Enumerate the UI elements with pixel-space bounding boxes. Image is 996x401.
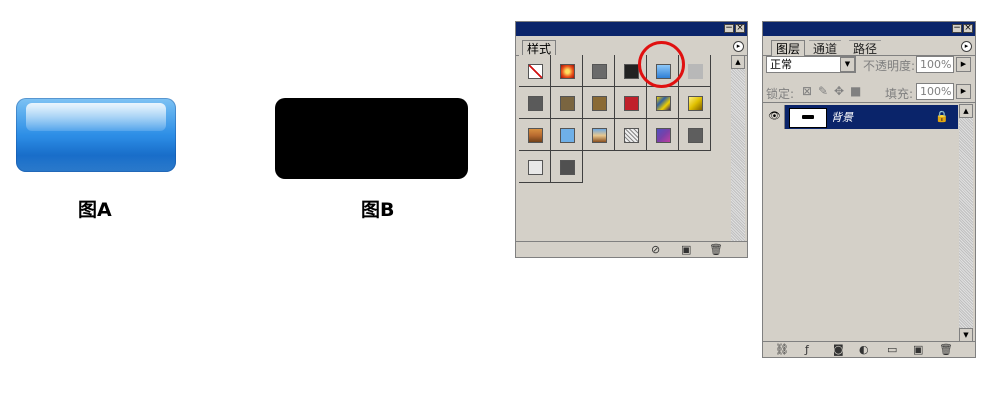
new-style-icon[interactable]: ▣ [681, 244, 691, 256]
style-swatch-dark-gray[interactable] [583, 55, 615, 87]
minimize-button[interactable]: − [724, 24, 734, 33]
style-swatch-medium-gray[interactable] [679, 119, 711, 151]
layers-footer: ⛓ ƒ ◙ ◐ ▭ ▣ 🗑 [763, 341, 975, 357]
styles-tabstrip: 样式 ▸ [516, 36, 747, 57]
blend-mode-value: 正常 [770, 58, 792, 71]
layers-scrollbar[interactable]: ▲ ▼ [959, 104, 973, 342]
folder-icon[interactable]: ▭ [887, 344, 897, 356]
style-swatch-rainbow[interactable] [647, 87, 679, 119]
style-swatch-gold[interactable] [679, 87, 711, 119]
style-swatch-sunset[interactable] [583, 119, 615, 151]
style-swatch-light-blue[interactable] [551, 119, 583, 151]
layers-tabstrip: 图层 通道 路径 ▸ [763, 36, 975, 57]
figure-b-black-button [275, 98, 468, 179]
lock-label: 锁定: [766, 87, 795, 101]
swatch-icon [528, 96, 543, 111]
adjustment-icon[interactable]: ◐ [859, 344, 869, 356]
scroll-up-button[interactable]: ▲ [959, 104, 973, 118]
style-swatch-orange-glow[interactable] [551, 55, 583, 87]
divider [763, 102, 975, 103]
layers-panel-titlebar: − × [763, 22, 975, 36]
minimize-button[interactable]: − [952, 24, 962, 33]
style-swatch-gray-bevel[interactable] [519, 87, 551, 119]
styles-scrollbar[interactable]: ▲ ▼ [731, 55, 745, 256]
swatch-icon [528, 128, 543, 143]
panel-menu-button[interactable]: ▸ [961, 41, 972, 52]
tab-channels[interactable]: 通道 [809, 40, 842, 57]
swatch-icon [688, 96, 703, 111]
mask-icon[interactable]: ◙ [833, 344, 844, 356]
fill-arrow-icon[interactable]: ▶ [956, 84, 971, 99]
swatch-icon [656, 128, 671, 143]
swatch-icon [624, 128, 639, 143]
style-swatch-brown-gradient[interactable] [583, 87, 615, 119]
trash-icon[interactable]: 🗑 [709, 244, 723, 256]
figure-a-glass-button [16, 98, 176, 172]
styles-grid [519, 55, 731, 241]
figure-b-caption: 图B [361, 199, 395, 221]
panel-menu-button[interactable]: ▸ [733, 41, 744, 52]
swatch-icon [560, 128, 575, 143]
swatch-icon [592, 128, 607, 143]
opacity-input[interactable]: 100% [916, 56, 954, 73]
style-swatch-charcoal[interactable] [551, 151, 583, 183]
style-swatch-purple[interactable] [647, 119, 679, 151]
lock-all-icon[interactable]: ■ [850, 84, 861, 98]
swatch-icon [528, 160, 543, 175]
swatch-icon [560, 96, 575, 111]
swatch-icon [560, 160, 575, 175]
link-icon[interactable]: ⛓ [775, 344, 789, 356]
lock-move-icon[interactable]: ✥ [834, 84, 844, 98]
swatch-icon [688, 128, 703, 143]
figure-a-caption: 图A [78, 199, 112, 221]
layer-row-background[interactable]: 👁 背景 🔒 [765, 105, 958, 129]
styles-footer: ⊘ ▣ 🗑 [516, 241, 747, 257]
styles-panel-titlebar: − × [516, 22, 747, 36]
swatch-icon [688, 64, 703, 79]
close-button[interactable]: × [735, 24, 745, 33]
swatch-icon [592, 96, 607, 111]
chevron-down-icon[interactable]: ▼ [840, 57, 855, 72]
tab-paths[interactable]: 路径 [849, 40, 882, 57]
swatch-icon [560, 64, 575, 79]
style-swatch-no-style[interactable] [519, 55, 551, 87]
lock-paint-icon[interactable]: ✎ [818, 84, 828, 98]
scroll-down-button[interactable]: ▼ [959, 328, 973, 342]
tab-layers[interactable]: 图层 [771, 40, 806, 57]
fill-input[interactable]: 100% [916, 83, 954, 100]
layer-style-icon[interactable]: ƒ [805, 344, 809, 356]
fill-label: 填充: [885, 87, 914, 101]
swatch-icon [656, 96, 671, 111]
layers-panel: − × 图层 通道 路径 ▸ 正常 ▼ 不透明度: 100% ▶ 锁定: ⊠ ✎… [762, 21, 976, 358]
style-swatch-copper[interactable] [519, 119, 551, 151]
opacity-label: 不透明度: [863, 59, 916, 73]
trash-icon[interactable]: 🗑 [939, 344, 953, 356]
layer-thumbnail [789, 108, 827, 128]
swatch-icon [528, 64, 543, 79]
swatch-icon [624, 64, 639, 79]
lock-icon: 🔒 [935, 110, 949, 123]
close-button[interactable]: × [963, 24, 973, 33]
highlight-circle [638, 41, 685, 88]
style-swatch-red[interactable] [615, 87, 647, 119]
lock-transparency-icon[interactable]: ⊠ [802, 84, 812, 98]
style-swatch-outline[interactable] [519, 151, 551, 183]
clear-style-icon[interactable]: ⊘ [651, 244, 660, 256]
swatch-icon [592, 64, 607, 79]
swatch-icon [624, 96, 639, 111]
eye-icon[interactable]: 👁 [765, 105, 785, 129]
style-swatch-brown[interactable] [551, 87, 583, 119]
styles-panel: − × 样式 ▸ ▲ ▼ ⊘ ▣ 🗑 [515, 21, 748, 258]
layer-name: 背景 [831, 111, 853, 124]
new-layer-icon[interactable]: ▣ [913, 344, 923, 356]
opacity-arrow-icon[interactable]: ▶ [956, 57, 971, 72]
style-swatch-noise[interactable] [615, 119, 647, 151]
scroll-up-button[interactable]: ▲ [731, 55, 745, 69]
